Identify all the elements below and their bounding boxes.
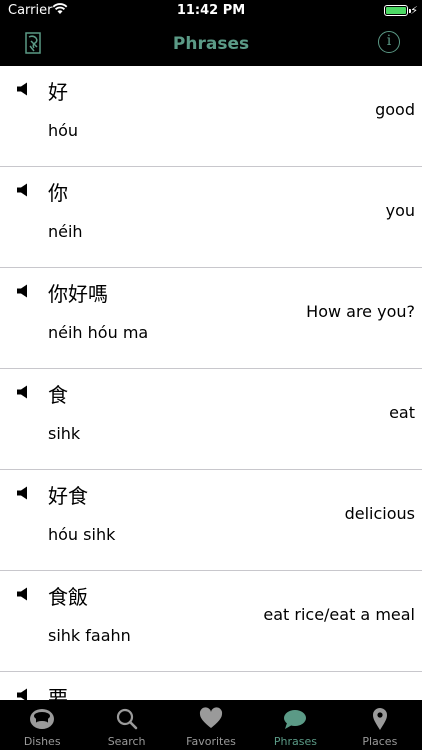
phrase-romanization: néih hóu ma [48, 323, 149, 342]
phrase-hanzi: 你 [48, 181, 68, 205]
tab-bar: Dishes Search Favorites Phrases Places [0, 700, 422, 750]
phrase-romanization: sihk faahn [48, 626, 131, 645]
speaker-icon[interactable] [16, 587, 32, 601]
tab-search[interactable]: Search [84, 700, 168, 750]
navigation-bar: Phrases i [0, 22, 422, 66]
status-time: 11:42 PM [176, 3, 246, 18]
search-icon [116, 708, 137, 730]
phrase-row[interactable]: 好 good hóu [0, 66, 422, 167]
phrase-row[interactable]: 食飯 eat rice/eat a meal sihk faahn [0, 571, 422, 672]
phrase-hanzi: 食飯 [48, 585, 88, 609]
tab-phrases[interactable]: Phrases [253, 700, 337, 750]
phrase-row[interactable]: 食 eat sihk [0, 369, 422, 470]
phrase-english: you [385, 201, 415, 220]
speaker-icon[interactable] [16, 183, 32, 197]
phrase-row[interactable]: 你 you néih [0, 167, 422, 268]
speaker-icon[interactable] [16, 486, 32, 500]
info-icon[interactable]: i [378, 31, 400, 53]
speaker-icon[interactable] [16, 688, 32, 700]
speaker-icon[interactable] [16, 82, 32, 96]
tab-label: Places [362, 735, 398, 748]
phrase-english: eat [389, 403, 415, 422]
heart-icon [199, 707, 223, 728]
tab-dishes[interactable]: Dishes [0, 700, 84, 750]
phrase-hanzi: 你好嗎 [48, 282, 108, 306]
phrase-hanzi: 食 [48, 383, 68, 407]
phrase-hanzi: 要 [48, 686, 68, 700]
phrase-english: delicious [344, 504, 415, 523]
tab-favorites[interactable]: Favorites [169, 700, 253, 750]
phrase-romanization: sihk [48, 424, 81, 443]
phrase-english: eat rice/eat a meal [263, 605, 415, 624]
phrase-row[interactable]: 你好嗎 How are you? néih hóu ma [0, 268, 422, 369]
phrase-hanzi: 好食 [48, 484, 88, 508]
phrase-list[interactable]: 好 good hóu 你 you néih 你好嗎 How are you? n… [0, 66, 422, 700]
tab-label: Search [107, 735, 146, 748]
top-bar: Carrier 11:42 PM ⚡ Phrases i [0, 0, 422, 66]
phrase-romanization: hóu sihk [48, 525, 116, 544]
tab-label: Dishes [23, 735, 61, 748]
map-pin-icon [372, 708, 387, 730]
charging-icon: ⚡ [410, 4, 418, 17]
phrase-row[interactable]: 要 [0, 672, 422, 700]
phrase-romanization: hóu [48, 121, 79, 140]
phrase-english: How are you? [306, 302, 415, 321]
phrase-hanzi: 好 [48, 80, 68, 104]
page-title: Phrases [172, 34, 250, 54]
tab-places[interactable]: Places [338, 700, 422, 750]
status-bar: Carrier 11:42 PM ⚡ [0, 0, 422, 22]
phrase-row[interactable]: 好食 delicious hóu sihk [0, 470, 422, 571]
phrase-english: good [375, 100, 415, 119]
battery-icon [384, 5, 411, 16]
speaker-icon[interactable] [16, 284, 32, 298]
tab-label: Favorites [186, 735, 236, 748]
tab-label: Phrases [273, 735, 317, 748]
dish-icon [30, 709, 55, 729]
speaker-icon[interactable] [16, 385, 32, 399]
phrase-romanization: néih [48, 222, 83, 241]
chat-bubble-icon [284, 710, 307, 729]
